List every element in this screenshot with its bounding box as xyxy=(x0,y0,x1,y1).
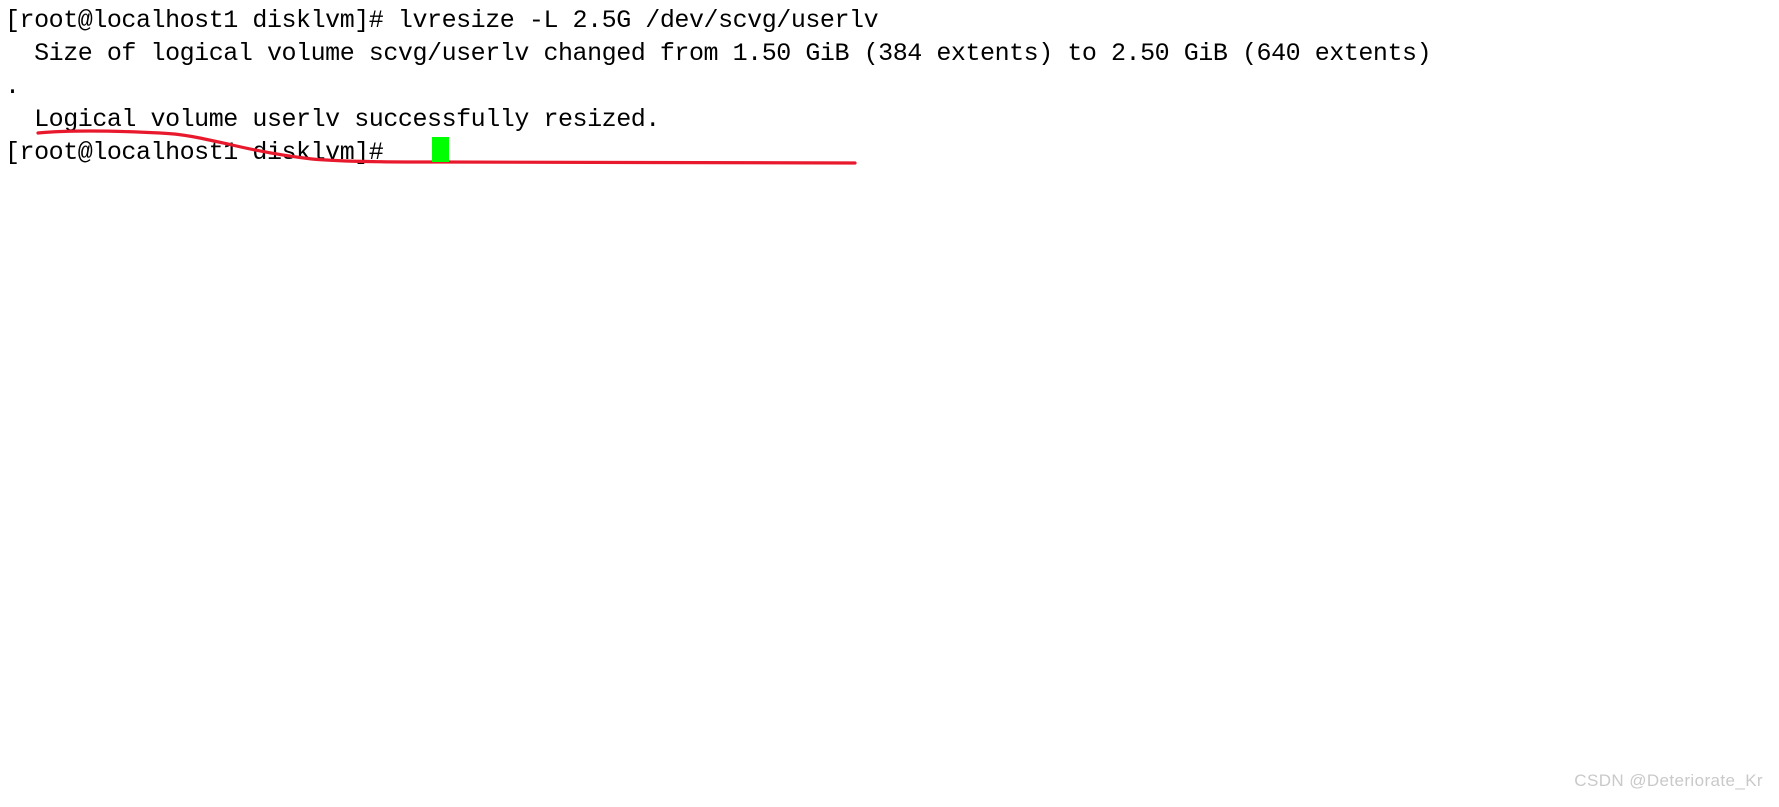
terminal-line-command: [root@localhost1 disklvm]# lvresize -L 2… xyxy=(5,6,879,35)
terminal-line-wrap-period: . xyxy=(5,72,20,101)
terminal-cursor xyxy=(432,137,449,162)
terminal-line-prompt: [root@localhost1 disklvm]# xyxy=(5,138,398,167)
terminal-line-size-changed: Size of logical volume scvg/userlv chang… xyxy=(5,39,1432,68)
terminal-output: [root@localhost1 disklvm]# lvresize -L 2… xyxy=(5,4,1779,169)
terminal-window[interactable]: [root@localhost1 disklvm]# lvresize -L 2… xyxy=(0,0,1779,807)
csdn-watermark: CSDN @Deteriorate_Kr xyxy=(1574,771,1763,790)
terminal-line-success: Logical volume userlv successfully resiz… xyxy=(5,105,660,134)
